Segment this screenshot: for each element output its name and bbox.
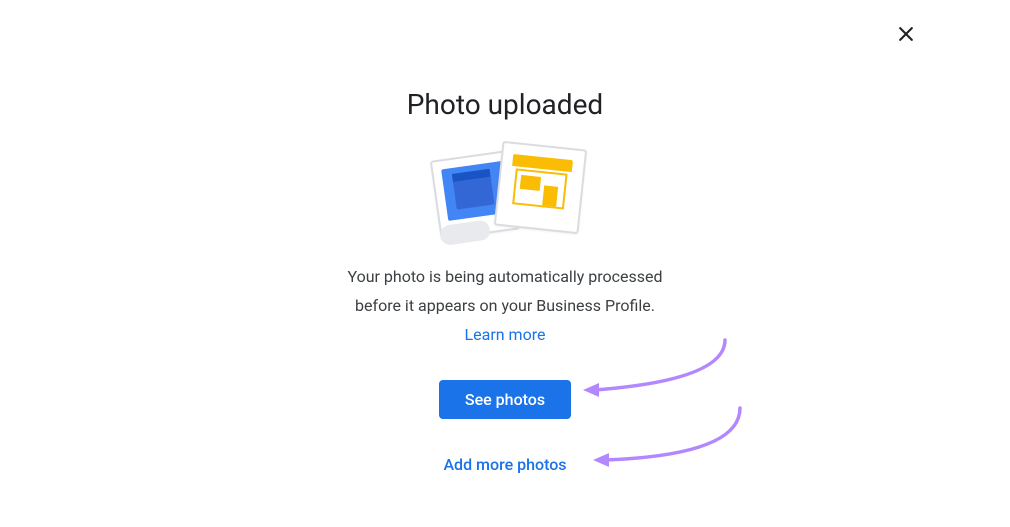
learn-more-link[interactable]: Learn more — [465, 325, 546, 344]
photo-frame-front-icon — [494, 141, 587, 234]
add-more-photos-link[interactable]: Add more photos — [443, 455, 566, 474]
description-line-2: before it appears on your Business Profi… — [355, 294, 655, 319]
close-icon — [896, 24, 916, 44]
dialog-content: Photo uploaded Your photo is being autom… — [0, 0, 1010, 474]
see-photos-button[interactable]: See photos — [439, 380, 571, 419]
photo-illustration — [415, 145, 595, 245]
description-line-1: Your photo is being automatically proces… — [347, 265, 662, 290]
close-button[interactable] — [892, 20, 920, 48]
dialog-title: Photo uploaded — [407, 88, 603, 121]
